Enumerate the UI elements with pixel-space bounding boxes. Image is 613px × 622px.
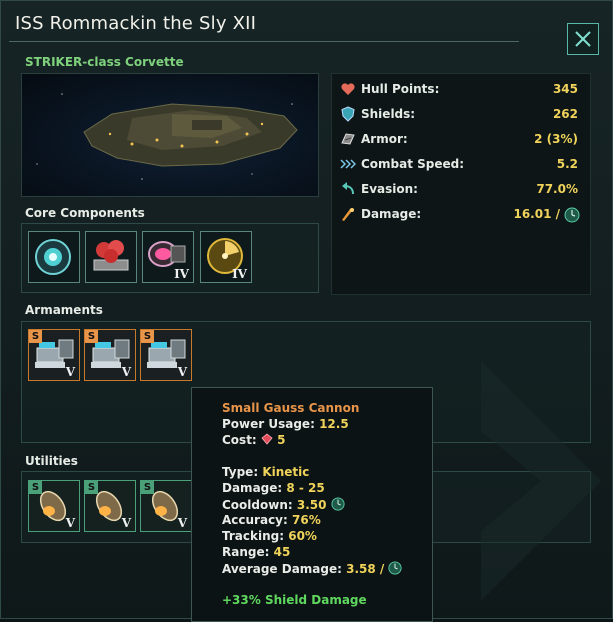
clock-icon	[564, 207, 580, 223]
core-components-heading: Core Components	[25, 206, 145, 220]
weapon-slot-1[interactable]: S V	[28, 329, 80, 381]
core-slot-sensors[interactable]: IV	[200, 231, 252, 283]
size-badge: S	[141, 330, 154, 343]
stat-value: 5.2	[556, 157, 578, 171]
ship-model-image	[36, 93, 298, 180]
tooltip-title: Small Gauss Cannon	[222, 401, 360, 415]
size-badge: S	[29, 330, 42, 343]
stat-label: Shields:	[361, 107, 416, 121]
stat-row-armor: Armor: 2 (3%)	[340, 130, 586, 150]
ship-preview	[21, 73, 319, 197]
tooltip-value: 12.5	[319, 417, 349, 431]
grade-label: IV	[232, 267, 247, 281]
grade-label: V	[177, 516, 187, 530]
stat-value: 2 (3%)	[534, 132, 578, 146]
size-badge: S	[29, 481, 42, 494]
tooltip-label: Cooldown:	[222, 498, 293, 512]
stat-row-damage: Damage: 16.01 /	[340, 205, 586, 225]
tooltip-type: Type: Kinetic	[222, 465, 309, 479]
tooltip-label: Tracking:	[222, 529, 285, 543]
stat-value: 262	[552, 107, 578, 121]
tooltip-label: Accuracy:	[222, 513, 288, 527]
close-icon	[575, 31, 591, 47]
size-badge: S	[141, 481, 154, 494]
tooltip-label: Damage:	[222, 481, 283, 495]
grade-label: V	[121, 365, 131, 379]
tooltip-damage: Damage: 8 - 25	[222, 481, 325, 495]
tooltip-cooldown: Cooldown: 3.50	[222, 497, 345, 512]
stat-row-combat-speed: Combat Speed: 5.2	[340, 155, 586, 175]
size-badge: S	[85, 330, 98, 343]
ship-stats-panel: Hull Points: 345 Shields: 262 Armor: 2 (…	[331, 73, 591, 295]
reactor-icon	[35, 239, 71, 275]
evasion-icon	[342, 182, 354, 195]
ship-class-label: STRIKER-class Corvette	[25, 55, 184, 69]
stat-value: 16.01 /	[513, 207, 560, 221]
weapon-slot-2[interactable]: S V	[84, 329, 136, 381]
tooltip-value: 3.50	[296, 498, 327, 512]
grade-label: IV	[174, 267, 189, 281]
tooltip-label: Power Usage:	[222, 417, 315, 431]
tooltip-average-damage: Average Damage: 3.58 /	[222, 561, 403, 576]
tooltip-label: Type:	[222, 465, 259, 479]
tooltip-value: 60%	[288, 529, 317, 543]
stat-row-hull: Hull Points: 345	[340, 80, 586, 100]
speed-icon	[340, 159, 356, 169]
weapon-tooltip: Small Gauss Cannon Power Usage: 12.5 Cos…	[191, 387, 433, 622]
core-slot-reactor[interactable]	[28, 231, 80, 283]
utilities-heading: Utilities	[25, 454, 78, 468]
stat-label: Combat Speed:	[361, 157, 465, 171]
window-title: ISS Rommackin the Sly XII	[15, 13, 257, 34]
grade-label: V	[65, 365, 75, 379]
background-arrow-decoration	[481, 361, 601, 601]
tooltip-value: 3.58 /	[346, 562, 385, 576]
grade-label: V	[65, 516, 75, 530]
armaments-heading: Armaments	[25, 303, 103, 317]
computer-icon	[93, 240, 129, 271]
tooltip-power-usage: Power Usage: 12.5	[222, 417, 349, 431]
tooltip-label: Average Damage:	[222, 562, 342, 576]
grade-label: V	[121, 516, 131, 530]
stat-value: 345	[552, 82, 578, 96]
close-button[interactable]	[567, 23, 599, 55]
tooltip-value: 76%	[292, 513, 321, 527]
shield-icon	[341, 106, 355, 122]
tooltip-value: 45	[273, 545, 291, 559]
tooltip-value: Kinetic	[262, 465, 310, 479]
core-slot-thrusters[interactable]: IV	[142, 231, 194, 283]
tooltip-value: 5	[277, 433, 286, 447]
stat-label: Damage:	[361, 207, 422, 221]
utility-slot-2[interactable]: S V	[84, 480, 136, 532]
tooltip-range: Range: 45	[222, 545, 290, 559]
tooltip-cost: Cost: 5	[222, 433, 285, 447]
tooltip-tracking: Tracking: 60%	[222, 529, 317, 543]
stat-label: Hull Points:	[361, 82, 440, 96]
stat-row-shields: Shields: 262	[340, 105, 586, 125]
tooltip-value: 8 - 25	[286, 481, 325, 495]
grade-label: V	[177, 365, 187, 379]
heart-icon	[341, 83, 355, 95]
stat-row-evasion: Evasion: 77.0%	[340, 180, 586, 200]
utility-slot-3[interactable]: S V	[140, 480, 192, 532]
clock-icon	[388, 561, 403, 575]
size-badge: S	[85, 481, 98, 494]
damage-icon	[342, 208, 354, 221]
tooltip-bonus: +33% Shield Damage	[222, 593, 367, 607]
ship-details-window: ISS Rommackin the Sly XII STRIKER-class …	[0, 0, 613, 622]
stat-label: Armor:	[361, 132, 408, 146]
stat-value: 77.0%	[536, 182, 578, 196]
tooltip-label: Range:	[222, 545, 270, 559]
utility-slot-1[interactable]: S V	[28, 480, 80, 532]
tooltip-label: Cost:	[222, 433, 257, 447]
armor-icon	[341, 133, 355, 145]
clock-icon	[331, 497, 345, 511]
alloy-gem-icon	[261, 433, 273, 445]
stat-label: Evasion:	[361, 182, 418, 196]
weapon-slot-3[interactable]: S V	[140, 329, 192, 381]
core-slot-computer[interactable]	[85, 231, 137, 283]
tooltip-accuracy: Accuracy: 76%	[222, 513, 321, 527]
